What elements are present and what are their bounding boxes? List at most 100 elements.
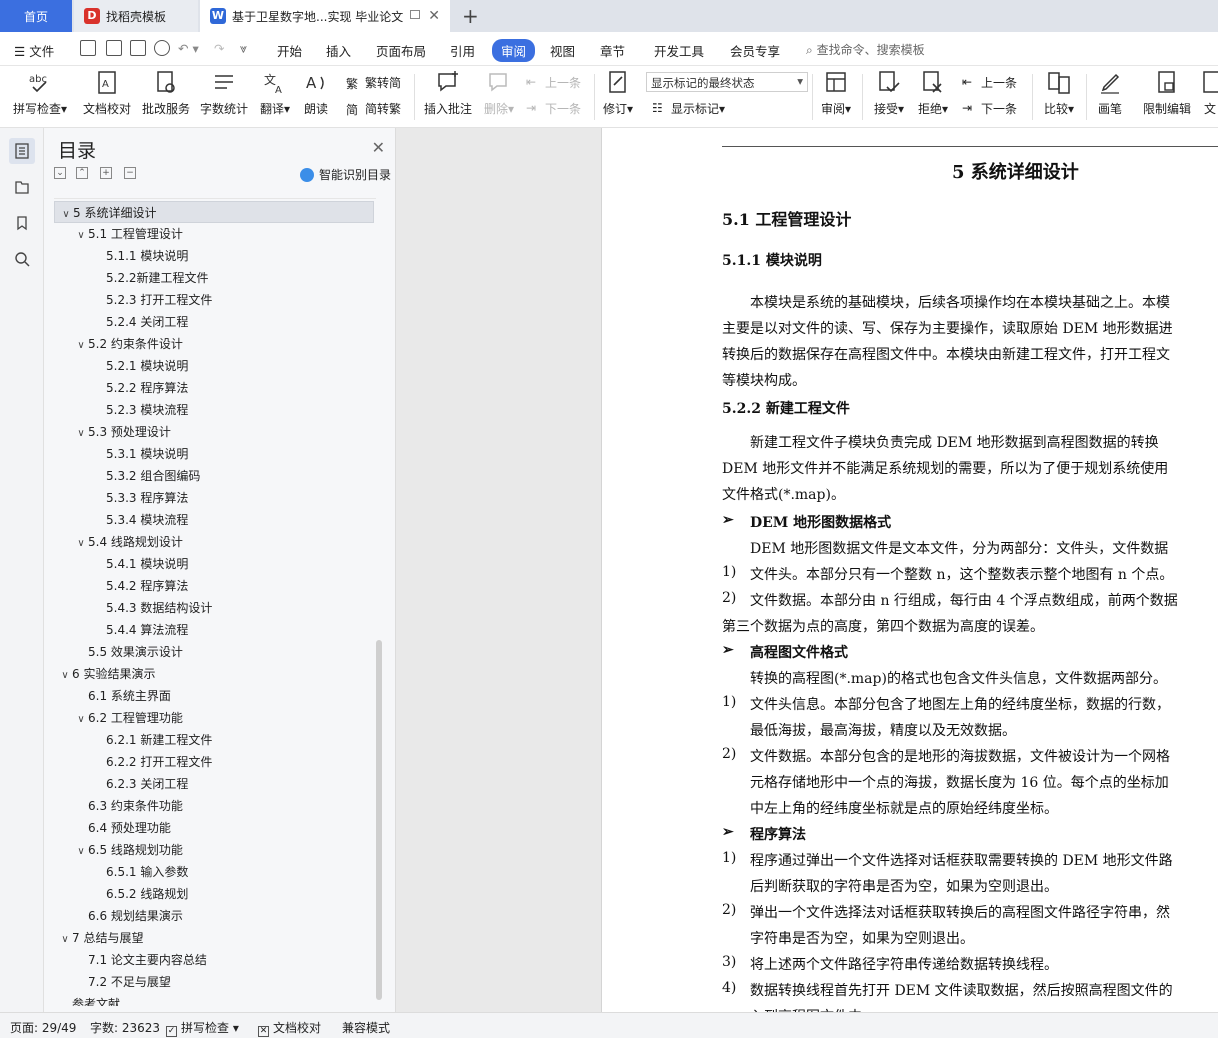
menu-references[interactable]: 引用 — [450, 41, 475, 60]
smart-toc-button[interactable]: 智能识别目录 — [300, 166, 391, 183]
toc-item[interactable]: 6.2.3 关闭工程 — [54, 773, 376, 795]
prev-change-button[interactable]: ⇤ 上一条 — [962, 74, 1017, 91]
tab-document[interactable]: W 基于卫星数字地...实现 毕业论文 ✕ — [200, 0, 450, 32]
review-pane-button[interactable]: 审阅▾ — [818, 70, 854, 117]
trad-to-simp-button[interactable]: 繁繁转简 — [346, 74, 401, 91]
doc-proof-button[interactable]: A 文档校对 — [80, 70, 134, 117]
toc-item[interactable]: 5.2.1 模块说明 — [54, 355, 376, 377]
collapse-all-icon[interactable]: ⌃ — [76, 167, 88, 179]
toc-item[interactable]: 7.2 不足与展望 — [54, 971, 376, 993]
read-aloud-button[interactable]: A 朗读 — [300, 70, 332, 117]
toc-item[interactable]: 5.4.2 程序算法 — [54, 575, 376, 597]
accept-button[interactable]: 接受▾ — [870, 70, 908, 117]
toc-item[interactable]: ∨ 5.2 约束条件设计 — [54, 333, 376, 355]
toc-item[interactable]: ∨ 7 总结与展望 — [54, 927, 376, 949]
tab-home[interactable]: 首页 — [0, 0, 72, 32]
chevron-down-icon[interactable]: ∨ — [74, 841, 88, 863]
toc-item[interactable]: 6.1 系统主界面 — [54, 685, 376, 707]
undo-icon[interactable]: ↶ ▾ — [178, 41, 199, 56]
chevron-down-icon[interactable]: ∨ — [74, 709, 88, 731]
menu-insert[interactable]: 插入 — [326, 41, 351, 60]
toc-item[interactable]: ∨ 6.2 工程管理功能 — [54, 707, 376, 729]
bookmark-rail-button[interactable] — [9, 210, 35, 236]
menu-start[interactable]: 开始 — [277, 41, 302, 60]
revise-button[interactable]: 修订▾ — [600, 70, 636, 117]
toc-item[interactable]: ∨ 5.1 工程管理设计 — [54, 223, 376, 245]
find-rail-button[interactable] — [9, 246, 35, 272]
toc-item[interactable]: 6.4 预处理功能 — [54, 817, 376, 839]
chevron-down-icon[interactable]: ∨ — [74, 225, 88, 247]
chevron-down-icon[interactable]: ∨ — [58, 665, 72, 687]
toc-item[interactable]: 5.2.3 模块流程 — [54, 399, 376, 421]
next-change-button[interactable]: ⇥ 下一条 — [962, 100, 1017, 117]
toc-item[interactable]: 5.2.3 打开工程文件 — [54, 289, 376, 311]
toc-item[interactable]: 5.2.4 关闭工程 — [54, 311, 376, 333]
toc-item[interactable]: 6.2.1 新建工程文件 — [54, 729, 376, 751]
toc-item[interactable]: 7.1 论文主要内容总结 — [54, 949, 376, 971]
spell-check-status[interactable]: ✓ 拼写检查 ▾ — [166, 1019, 239, 1037]
menu-member[interactable]: 会员专享 — [730, 41, 780, 60]
markup-state-select[interactable]: 显示标记的最终状态 — [646, 72, 808, 92]
toc-item[interactable]: 5.1.1 模块说明 — [54, 245, 376, 267]
word-count-indicator[interactable]: 字数: 23623 — [90, 1019, 160, 1036]
save-icon[interactable] — [80, 40, 96, 56]
doc-proof-status[interactable]: ✕ 文档校对 — [258, 1019, 321, 1037]
chevron-down-icon[interactable]: ∨ — [58, 929, 72, 951]
toc-item[interactable]: ∨ 5.3 预处理设计 — [54, 421, 376, 443]
toc-item[interactable]: 5.2.2 程序算法 — [54, 377, 376, 399]
close-icon[interactable]: ✕ — [428, 8, 440, 24]
word-count-button[interactable]: 字数统计 — [198, 70, 250, 117]
toc-item[interactable]: 6.2.2 打开工程文件 — [54, 751, 376, 773]
toc-item[interactable]: 5.5 效果演示设计 — [54, 641, 376, 663]
export-pdf-icon[interactable] — [106, 40, 122, 56]
command-search[interactable]: ⌕ 查找命令、搜索模板 — [806, 41, 925, 58]
more-chevron-icon[interactable]: ⩔ — [240, 41, 247, 57]
prev-comment-button[interactable]: ⇤ 上一条 — [526, 74, 581, 91]
toc-item[interactable]: 5.4.4 算法流程 — [54, 619, 376, 641]
toc-item[interactable]: 5.3.1 模块说明 — [54, 443, 376, 465]
menu-view[interactable]: 视图 — [550, 41, 575, 60]
toc-item[interactable]: 6.3 约束条件功能 — [54, 795, 376, 817]
delete-comment-button[interactable]: 删除▾ — [480, 70, 518, 117]
add-heading-icon[interactable]: + — [100, 167, 112, 179]
reject-button[interactable]: 拒绝▾ — [914, 70, 952, 117]
simp-to-trad-button[interactable]: 简简转繁 — [346, 100, 401, 117]
chevron-down-icon[interactable]: ∨ — [74, 335, 88, 357]
menu-review[interactable]: 审阅 — [492, 39, 536, 62]
chevron-down-icon[interactable]: ∨ — [74, 533, 88, 555]
menu-developer[interactable]: 开发工具 — [654, 41, 704, 60]
toc-item[interactable]: 5.3.2 组合图编码 — [54, 465, 376, 487]
compare-button[interactable]: 比较▾ — [1040, 70, 1078, 117]
menu-page-layout[interactable]: 页面布局 — [376, 41, 426, 60]
toc-item[interactable]: 5.4.3 数据结构设计 — [54, 597, 376, 619]
restrict-edit-button[interactable]: 限制编辑 — [1140, 70, 1194, 117]
new-tab-button[interactable]: + — [462, 4, 479, 28]
next-comment-button[interactable]: ⇥ 下一条 — [526, 100, 581, 117]
toc-item[interactable]: ∨ 5.4 线路规划设计 — [54, 531, 376, 553]
insert-comment-button[interactable]: 插入批注 — [422, 70, 474, 117]
toc-item[interactable]: ∨ 6 实验结果演示 — [54, 663, 376, 685]
close-icon[interactable]: ✕ — [372, 138, 385, 157]
toc-item[interactable]: ∨ 6.5 线路规划功能 — [54, 839, 376, 861]
tab-templates[interactable]: D 找稻壳模板 — [74, 0, 198, 32]
toc-item[interactable]: 参考文献 — [54, 993, 376, 1006]
translate-button[interactable]: 文A 翻译▾ — [256, 70, 294, 117]
toc-item[interactable]: 5.4.1 模块说明 — [54, 553, 376, 575]
menu-chapter[interactable]: 章节 — [600, 41, 625, 60]
expand-all-icon[interactable]: ⌄ — [54, 167, 66, 179]
document-body[interactable]: 5 系统详细设计 5.1 工程管理设计 5.1.1 模块说明 本模块是系统的基础模块，… — [722, 146, 1218, 1012]
document-page[interactable]: 5 系统详细设计 5.1 工程管理设计 5.1.1 模块说明 本模块是系统的基础模块，… — [601, 128, 1218, 1012]
toc-rail-button[interactable] — [9, 138, 35, 164]
toc-item[interactable]: ∨ 5 系统详细设计 — [54, 201, 374, 223]
redo-icon[interactable]: ↷ — [214, 41, 224, 56]
print-preview-icon[interactable] — [154, 40, 170, 56]
pen-button[interactable]: 画笔 — [1094, 70, 1126, 117]
remove-heading-icon[interactable]: − — [124, 167, 136, 179]
toc-scrollbar[interactable] — [376, 640, 382, 1000]
show-markup-button[interactable]: ☷ 显示标记 ▾ — [652, 100, 725, 117]
navigation-rail-button[interactable] — [9, 174, 35, 200]
spell-check-button[interactable]: abc 拼写检查▾ — [8, 70, 72, 117]
toc-item[interactable]: 6.6 规划结果演示 — [54, 905, 376, 927]
doc-extra-button[interactable]: 文 — [1200, 70, 1218, 117]
print-icon[interactable] — [130, 40, 146, 56]
